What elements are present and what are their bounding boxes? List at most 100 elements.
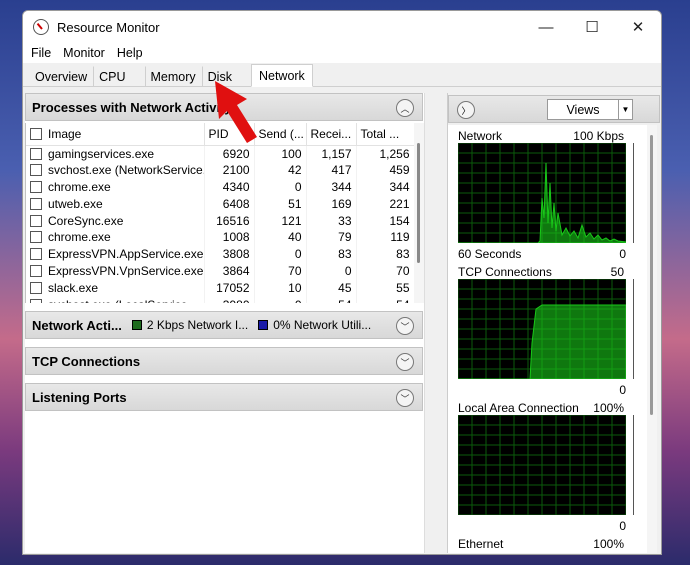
chevron-right-icon[interactable]: 〉 (457, 101, 475, 119)
send-cell: 121 (254, 212, 307, 229)
minimize-button[interactable]: — (523, 11, 569, 43)
expand-chevron-icon[interactable]: ﹀ (396, 353, 414, 371)
menu-help[interactable]: Help (117, 46, 143, 60)
close-button[interactable]: ✕ (615, 11, 661, 43)
total-cell: 55 (356, 279, 415, 297)
send-cell: 42 (254, 161, 307, 179)
collapse-chevron-icon[interactable]: ︿ (396, 99, 414, 117)
menu-bar: File Monitor Help (23, 43, 661, 63)
row-checkbox[interactable] (30, 147, 42, 160)
resource-monitor-icon (33, 19, 49, 35)
tcp-connections-panel-header[interactable]: TCP Connections ﹀ (25, 347, 423, 375)
tab-strip: Overview CPU Memory Disk Network (23, 63, 661, 87)
table-row[interactable]: chrome.exe 1008 40 79 119 (26, 228, 415, 246)
tab-memory[interactable]: Memory (144, 66, 202, 86)
graphs-scrollbar[interactable] (647, 125, 657, 553)
row-checkbox[interactable] (30, 231, 42, 244)
graph-scale (630, 415, 634, 515)
lan-graph-svg (458, 415, 626, 515)
table-row[interactable]: gamingservices.exe 6920 100 1,157 1,256 (26, 145, 415, 162)
table-row[interactable]: slack.exe 17052 10 45 55 (26, 279, 415, 297)
receive-cell: 169 (306, 195, 357, 213)
total-cell: 154 (356, 212, 415, 229)
row-checkbox[interactable] (30, 281, 42, 294)
send-cell: 0 (254, 296, 307, 303)
table-row[interactable]: svchost.exe (NetworkService... 2100 42 417 4… (26, 161, 415, 179)
process-image: ExpressVPN.VpnService.exe (26, 262, 205, 280)
process-image: svchost.exe (NetworkService... (26, 161, 205, 179)
listening-ports-panel-header[interactable]: Listening Ports ﹀ (25, 383, 423, 411)
receive-cell: 45 (306, 279, 357, 297)
scrollbar-thumb[interactable] (650, 135, 653, 415)
column-header-image[interactable]: Image (26, 123, 205, 146)
graph-title: Network (458, 129, 503, 143)
receive-cell: 0 (306, 262, 357, 280)
scrollbar-thumb[interactable] (417, 143, 420, 263)
dropdown-arrow-icon[interactable]: ▼ (618, 100, 632, 119)
total-cell: 119 (356, 228, 415, 246)
select-all-checkbox[interactable] (30, 127, 42, 140)
graph-min: 0 (619, 519, 626, 533)
process-image: ExpressVPN.AppService.exe (26, 245, 205, 263)
total-cell: 83 (356, 245, 415, 263)
graphs-pane: 〉 Views ▼ Network 100 Kbps 60 Seconds 0 … (447, 93, 660, 553)
tab-cpu[interactable]: CPU (93, 66, 144, 86)
receive-cell: 417 (306, 161, 357, 179)
network-io-legend-swatch (131, 320, 142, 330)
red-arrow-annotation (215, 81, 257, 143)
process-image: slack.exe (26, 279, 205, 297)
left-pane: Processes with Network Activity ︿ Image … (25, 93, 425, 553)
network-graph-svg (458, 143, 626, 243)
pid-cell: 17052 (204, 279, 255, 297)
row-checkbox[interactable] (30, 197, 42, 210)
row-checkbox[interactable] (30, 214, 42, 227)
network-activity-panel-header[interactable]: Network Acti... 2 Kbps Network I... 0% N… (25, 311, 423, 339)
pid-cell: 1008 (204, 228, 255, 246)
column-header-send[interactable]: Send (... (254, 123, 307, 146)
views-dropdown[interactable]: Views ▼ (547, 99, 633, 120)
process-image: chrome.exe (26, 228, 205, 246)
views-label: Views (566, 102, 600, 117)
menu-monitor[interactable]: Monitor (63, 46, 105, 60)
row-checkbox[interactable] (30, 298, 42, 303)
send-cell: 0 (254, 245, 307, 263)
table-row[interactable]: utweb.exe 6408 51 169 221 (26, 195, 415, 213)
send-cell: 0 (254, 178, 307, 196)
local-area-connection-graph (458, 415, 626, 515)
table-row[interactable]: svchost.exe (LocalService...398005454 (26, 296, 415, 303)
pid-cell: 6408 (204, 195, 255, 213)
arrow-icon (215, 81, 257, 143)
process-image: gamingservices.exe (26, 145, 205, 162)
row-checkbox[interactable] (30, 264, 42, 277)
total-cell: 54 (356, 296, 415, 303)
receive-cell: 83 (306, 245, 357, 263)
table-row[interactable]: chrome.exe 4340 0 344 344 (26, 178, 415, 196)
tab-overview[interactable]: Overview (29, 66, 93, 86)
pid-cell: 3864 (204, 262, 255, 280)
resource-monitor-window: Resource Monitor — ☐ ✕ File Monitor Help… (22, 10, 662, 555)
row-checkbox[interactable] (30, 248, 42, 261)
processes-scrollbar[interactable] (414, 123, 424, 303)
table-row[interactable]: ExpressVPN.AppService.exe 3808 0 83 83 (26, 245, 415, 263)
row-checkbox[interactable] (30, 180, 42, 193)
graph-title: TCP Connections (458, 265, 552, 279)
graph-timespan: 60 Seconds (458, 247, 522, 261)
graph-max: 100% (593, 401, 624, 415)
total-cell: 459 (356, 161, 415, 179)
maximize-button[interactable]: ☐ (569, 11, 615, 43)
expand-chevron-icon[interactable]: ﹀ (396, 317, 414, 335)
column-header-total[interactable]: Total ... (356, 123, 415, 146)
total-cell: 344 (356, 178, 415, 196)
table-row[interactable]: CoreSync.exe 16516 121 33 154 (26, 212, 415, 229)
column-header-receive[interactable]: Recei... (306, 123, 357, 146)
graph-max: 100% (593, 537, 624, 551)
table-row[interactable]: ExpressVPN.VpnService.exe 3864 70 0 70 (26, 262, 415, 280)
row-checkbox[interactable] (30, 164, 42, 177)
window-title: Resource Monitor (57, 19, 160, 35)
menu-file[interactable]: File (31, 46, 51, 60)
listening-ports-title: Listening Ports (32, 389, 127, 405)
expand-chevron-icon[interactable]: ﹀ (396, 389, 414, 407)
graphs-toolbar: 〉 Views ▼ (448, 95, 660, 123)
pid-cell: 4340 (204, 178, 255, 196)
graph-title: Ethernet (458, 537, 504, 551)
